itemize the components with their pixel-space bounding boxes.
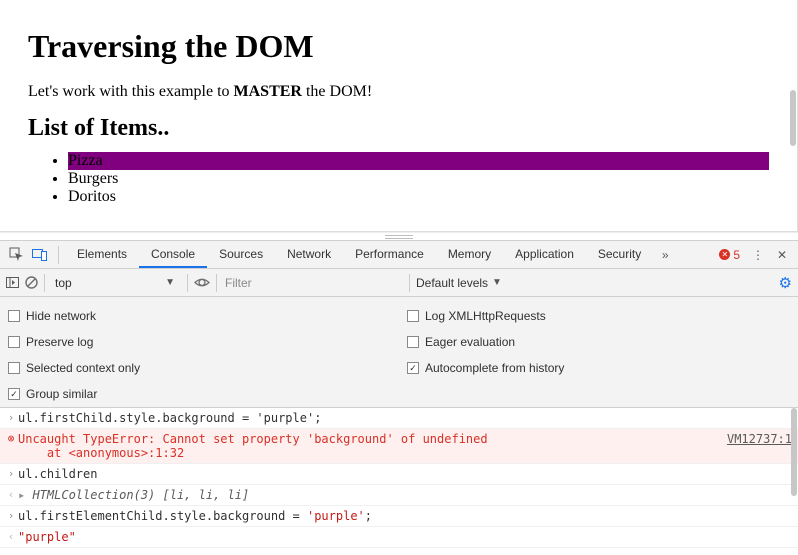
checkbox-eager-eval[interactable]: Eager evaluation [407, 329, 794, 355]
tab-memory[interactable]: Memory [436, 241, 503, 268]
gear-icon[interactable]: ⚙ [779, 274, 792, 292]
clear-console-icon[interactable] [25, 276, 38, 289]
output-caret-icon: ‹ [4, 488, 18, 501]
error-icon: ✕ [719, 249, 730, 260]
checkbox-selected-context[interactable]: Selected context only [8, 355, 395, 381]
list-item: Doritos [68, 188, 769, 206]
list-item: Pizza [68, 152, 769, 170]
console-output-row[interactable]: ‹ ▸ HTMLCollection(3) [li, li, li] [0, 485, 798, 506]
error-count-badge[interactable]: ✕ 5 [719, 248, 740, 262]
list-heading: List of Items.. [28, 115, 769, 142]
scrollbar[interactable] [790, 90, 796, 146]
chevron-down-icon: ▼ [165, 277, 175, 288]
device-toolbar-icon[interactable] [28, 243, 52, 267]
page-content: Traversing the DOM Let's work with this … [8, 8, 789, 226]
chevron-down-icon: ▼ [492, 277, 502, 288]
page-intro: Let's work with this example to MASTER t… [28, 83, 769, 101]
checkbox-hide-network[interactable]: Hide network [8, 303, 395, 329]
item-list: Pizza Burgers Doritos [28, 152, 769, 206]
list-item: Burgers [68, 170, 769, 188]
log-levels-selector[interactable]: Default levels ▼ [416, 276, 502, 290]
checkbox-preserve-log[interactable]: Preserve log [8, 329, 395, 355]
checkbox-log-xhr[interactable]: Log XMLHttpRequests [407, 303, 794, 329]
live-expression-icon[interactable] [194, 277, 210, 288]
input-caret-icon: › [4, 509, 18, 522]
prompt-caret-icon: › [4, 551, 18, 555]
tab-network[interactable]: Network [275, 241, 343, 268]
console-input-row[interactable]: › ul.firstElementChild.style.background … [0, 506, 798, 527]
devtools: Elements Console Sources Network Perform… [0, 240, 798, 555]
devtools-tabstrip: Elements Console Sources Network Perform… [0, 241, 798, 269]
inspect-element-icon[interactable] [4, 243, 28, 267]
close-icon[interactable]: ✕ [770, 243, 794, 267]
source-link[interactable]: VM12737:1 [717, 432, 792, 446]
tab-performance[interactable]: Performance [343, 241, 436, 268]
tab-application[interactable]: Application [503, 241, 586, 268]
tab-console[interactable]: Console [139, 241, 207, 268]
checkbox-group-similar[interactable]: ✓Group similar [8, 381, 395, 407]
console-settings: Hide network Preserve log Selected conte… [0, 297, 798, 408]
console-input-row[interactable]: › ul.children [0, 464, 798, 485]
context-selector[interactable]: top ▼ [51, 276, 181, 290]
output-caret-icon: ‹ [4, 530, 18, 543]
scrollbar[interactable] [791, 408, 797, 496]
console-toolbar: top ▼ Default levels ▼ ⚙ [0, 269, 798, 297]
tab-sources[interactable]: Sources [207, 241, 275, 268]
filter-input[interactable] [223, 272, 403, 294]
input-caret-icon: › [4, 411, 18, 424]
error-icon: ⊗ [4, 432, 18, 445]
kebab-menu-icon[interactable]: ⋮ [746, 243, 770, 267]
console-prompt[interactable]: › [0, 548, 798, 555]
console-output: › ul.firstChild.style.background = 'purp… [0, 408, 798, 555]
viewport-pane: Traversing the DOM Let's work with this … [0, 0, 798, 232]
tab-elements[interactable]: Elements [65, 241, 139, 268]
page-title: Traversing the DOM [28, 28, 769, 65]
more-tabs-icon[interactable]: » [653, 243, 677, 267]
console-sidebar-toggle-icon[interactable] [6, 277, 19, 288]
input-caret-icon: › [4, 467, 18, 480]
console-output-row[interactable]: ‹ "purple" [0, 527, 798, 548]
tab-security[interactable]: Security [586, 241, 653, 268]
pane-resizer[interactable] [0, 232, 798, 240]
checkbox-autocomplete[interactable]: ✓Autocomplete from history [407, 355, 794, 381]
console-error-row[interactable]: ⊗ Uncaught TypeError: Cannot set propert… [0, 429, 798, 464]
console-input-row[interactable]: › ul.firstChild.style.background = 'purp… [0, 408, 798, 429]
